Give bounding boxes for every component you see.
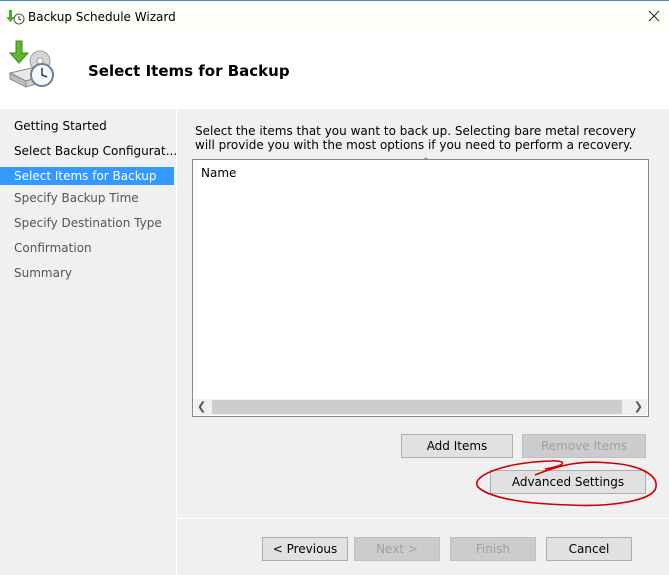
sort-indicator-icon: ^ <box>422 157 430 167</box>
wizard-steps-sidebar: Getting Started Select Backup Configurat… <box>0 109 177 575</box>
add-items-button[interactable]: Add Items <box>401 434 513 458</box>
horizontal-scrollbar[interactable]: ❮ ❯ <box>194 399 647 415</box>
close-button[interactable] <box>639 1 669 31</box>
remove-items-button[interactable]: Remove Items <box>522 434 646 458</box>
sidebar-item-select-backup-configuration[interactable]: Select Backup Configurat... <box>0 142 177 160</box>
previous-button[interactable]: < Previous <box>262 537 348 561</box>
cancel-button[interactable]: Cancel <box>546 537 632 561</box>
footer-divider <box>177 518 669 519</box>
window-title: Backup Schedule Wizard <box>28 10 176 24</box>
sidebar-item-select-items-for-backup[interactable]: Select Items for Backup <box>0 167 174 185</box>
wizard-header: Select Items for Backup <box>0 31 669 109</box>
sidebar-item-getting-started[interactable]: Getting Started <box>0 117 174 135</box>
sidebar-item-specify-destination-type: Specify Destination Type <box>14 216 162 230</box>
sidebar-item-confirmation: Confirmation <box>14 241 92 255</box>
instructions-text: Select the items that you want to back u… <box>195 124 636 152</box>
scroll-right-icon[interactable]: ❯ <box>634 400 643 413</box>
close-icon <box>648 10 660 22</box>
sidebar-item-summary: Summary <box>14 266 72 280</box>
backup-wizard-small-icon <box>6 9 25 25</box>
sidebar-item-specify-backup-time: Specify Backup Time <box>14 191 139 205</box>
advanced-settings-button[interactable]: Advanced Settings <box>490 470 646 494</box>
scrollbar-thumb[interactable] <box>212 400 622 414</box>
next-button[interactable]: Next > <box>354 537 440 561</box>
finish-button[interactable]: Finish <box>450 537 536 561</box>
title-bar: Backup Schedule Wizard <box>0 1 669 31</box>
backup-schedule-icon <box>6 39 58 91</box>
backup-items-list[interactable]: ^ Name ❮ ❯ <box>192 157 649 417</box>
scroll-left-icon[interactable]: ❮ <box>197 400 206 413</box>
page-title: Select Items for Backup <box>88 62 290 80</box>
column-header-name[interactable]: Name <box>201 166 236 180</box>
